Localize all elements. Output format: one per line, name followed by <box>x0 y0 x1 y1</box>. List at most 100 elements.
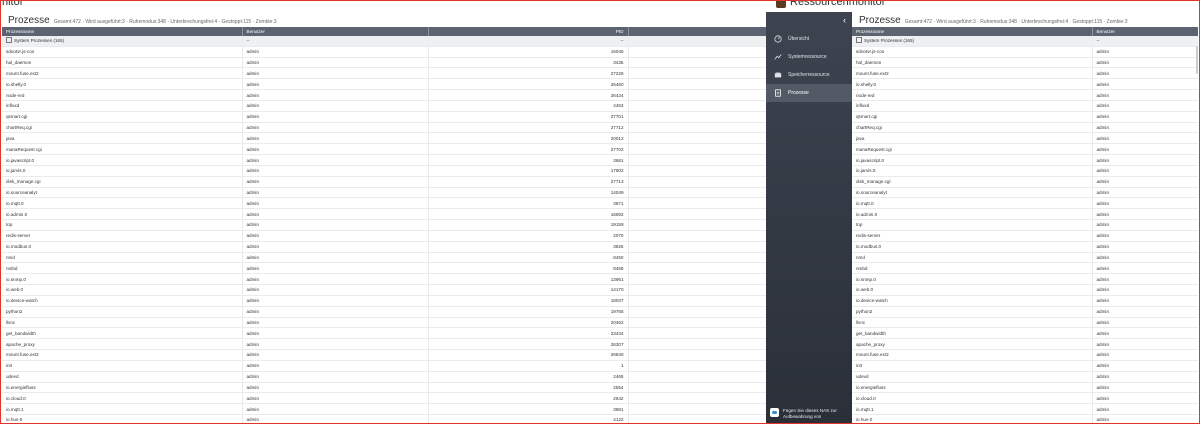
table-row[interactable]: mount.fuse.ext2 admin <box>852 67 1198 80</box>
table-row[interactable]: qsmart.cgi admin 27701 <box>2 111 766 123</box>
column-header-pid[interactable]: PID <box>428 27 629 36</box>
table-row[interactable]: apache_proxy admin <box>852 338 1198 351</box>
table-row[interactable]: io.cloud.0 admin <box>852 392 1198 405</box>
table-row[interactable]: influxd admin 4453 <box>2 100 766 112</box>
table-row[interactable]: io.cloud.0 admin 2642 <box>2 392 766 405</box>
table-row[interactable]: nmbd admin <box>852 262 1198 275</box>
table-row[interactable]: redis-server admin 2070 <box>2 230 766 242</box>
table-row[interactable]: python2 admin <box>852 306 1198 318</box>
group-name: System Prozesses (165) <box>864 38 915 44</box>
table-row[interactable]: disk_manage.cgi admin 27713 <box>2 176 766 188</box>
table-row[interactable]: io.sourceanalyt admin 14049 <box>2 187 766 199</box>
table-row[interactable]: io.web.0 admin <box>852 284 1198 296</box>
process-name-cell: io.shelly.0 <box>2 78 243 91</box>
promo-banner[interactable]: Fügen Sie dieses NAS zur Aufbewahrung vo… <box>770 408 850 422</box>
table-row[interactable]: io.modbus.0 admin <box>852 241 1198 253</box>
table-row[interactable]: io.javascript.0 admin 3681 <box>2 154 766 166</box>
table-row[interactable]: io.sourceanalyt admin <box>852 187 1198 199</box>
table-row[interactable]: sdnotvr.js-coo admin <box>852 46 1198 58</box>
table-row[interactable]: hal_daemon admin 3435 <box>2 57 766 69</box>
group-row[interactable]: System Prozesses (165) -- -- <box>2 36 766 47</box>
table-row[interactable]: nmbd admin 8459 <box>2 262 766 275</box>
table-row[interactable]: io.mqtt.0 admin 3871 <box>2 197 766 210</box>
process-pid-cell: 14049 <box>428 187 629 199</box>
collapse-icon[interactable] <box>6 36 12 43</box>
column-header-name[interactable]: Prozessname <box>852 27 1093 36</box>
table-row[interactable]: llvnc admin 20462 <box>2 317 766 329</box>
table-row[interactable]: mount.fuse.ext2 admin 26840 <box>2 349 766 361</box>
collapse-icon[interactable] <box>856 36 862 43</box>
table-row[interactable]: java admin <box>852 132 1198 145</box>
sidebar-item-uebersicht[interactable]: Übersicht <box>766 30 852 48</box>
column-header-user[interactable]: Benutzer <box>1092 27 1198 36</box>
table-row[interactable]: manaRequest.cgi admin 27702 <box>2 143 766 156</box>
table-row[interactable]: python2 admin 19765 <box>2 306 766 318</box>
process-pid-cell: 18037 <box>428 295 629 307</box>
table-row[interactable]: hal_daemon admin <box>852 57 1198 69</box>
table-row[interactable]: init admin 1 <box>2 360 766 372</box>
table-row[interactable]: disk_manage.cgi admin <box>852 176 1198 188</box>
table-row[interactable]: mount.fuse.ext2 admin 27226 <box>2 67 766 80</box>
table-row[interactable]: node-red admin 26424 <box>2 89 766 101</box>
table-row[interactable]: io.shelly.0 admin <box>852 78 1198 91</box>
table-row[interactable]: top admin <box>852 219 1198 231</box>
table-row[interactable]: manaRequest.cgi admin <box>852 143 1198 156</box>
table-row[interactable]: get_bandwidth admin 23434 <box>2 327 766 340</box>
process-name-cell: io.device-watch <box>2 295 243 307</box>
table-row[interactable]: io.mqtt.0 admin <box>852 197 1198 210</box>
table-row[interactable]: qsmart.cgi admin <box>852 111 1198 123</box>
column-header-user[interactable]: Benutzer <box>242 27 429 36</box>
group-row[interactable]: System Prozesses (165) -- <box>852 36 1198 47</box>
sidebar-item-speicherressource[interactable]: Speicherressource <box>766 66 852 84</box>
table-row[interactable]: udevd admin 2465 <box>2 371 766 383</box>
table-row[interactable]: get_bandwidth admin <box>852 327 1198 340</box>
process-user-cell: admin <box>242 349 429 361</box>
table-row[interactable]: io.javascript.0 admin <box>852 154 1198 166</box>
table-row[interactable]: chartReq.cgi admin 27712 <box>2 122 766 134</box>
table-row[interactable]: io.energiefluss admin 2554 <box>2 382 766 394</box>
table-row[interactable]: io.snmp.0 admin 13961 <box>2 273 766 286</box>
process-extra-cell <box>628 338 766 351</box>
table-row[interactable]: node-red admin <box>852 89 1198 101</box>
sidebar-item-prozesse[interactable]: Prozesse <box>766 84 852 102</box>
table-row[interactable]: io.mqtt.1 admin <box>852 403 1198 415</box>
scrollbar[interactable] <box>1196 46 1198 74</box>
table-row[interactable]: chartReq.cgi admin <box>852 122 1198 134</box>
table-row[interactable]: io.device-watch admin <box>852 295 1198 307</box>
table-row[interactable]: nmd admin 8450 <box>2 252 766 264</box>
chevron-left-icon[interactable]: ‹ <box>843 15 846 25</box>
column-header-name[interactable]: Prozessname <box>2 27 243 36</box>
process-user-cell: admin <box>1092 360 1198 372</box>
table-row[interactable]: io.shelly.0 admin 25460 <box>2 78 766 91</box>
table-row[interactable]: io.jarvis.0 admin <box>852 165 1198 177</box>
sidebar-item-systemressource[interactable]: Systemressource <box>766 48 852 66</box>
table-row[interactable]: io.admin.0 admin 16692 <box>2 208 766 221</box>
table-row[interactable]: io.hue.0 admin 4122 <box>2 414 766 424</box>
table-row[interactable]: llvnc admin <box>852 317 1198 329</box>
table-row[interactable]: io.admin.0 admin <box>852 208 1198 221</box>
table-row[interactable]: io.device-watch admin 18037 <box>2 295 766 307</box>
table-row[interactable]: io.hue.0 admin <box>852 414 1198 424</box>
process-name-cell: io.javascript.0 <box>852 154 1093 166</box>
table-row[interactable]: io.web.0 admin 14170 <box>2 284 766 296</box>
process-user-cell: admin <box>1092 317 1198 329</box>
process-pid-cell: 16045 <box>428 46 629 58</box>
process-user-cell: admin <box>242 165 429 177</box>
table-row[interactable]: sdnotvr.js-coo admin 16045 <box>2 46 766 58</box>
table-row[interactable]: nmd admin <box>852 252 1198 264</box>
table-row[interactable]: io.mqtt.1 admin 3881 <box>2 403 766 415</box>
table-row[interactable]: mount.fuse.ext2 admin <box>852 349 1198 361</box>
table-row[interactable]: top admin 19159 <box>2 219 766 231</box>
table-row[interactable]: io.modbus.0 admin 3825 <box>2 241 766 253</box>
table-row[interactable]: redis-server admin <box>852 230 1198 242</box>
process-name-cell: node-red <box>2 89 243 101</box>
table-row[interactable]: java admin 20012 <box>2 132 766 145</box>
table-row[interactable]: io.energiefluss admin <box>852 382 1198 394</box>
table-row[interactable]: apache_proxy admin 26307 <box>2 338 766 351</box>
table-row[interactable]: influxd admin <box>852 100 1198 112</box>
table-row[interactable]: udevd admin <box>852 371 1198 383</box>
table-row[interactable]: io.jarvis.0 admin 17802 <box>2 165 766 177</box>
table-row[interactable]: init admin <box>852 360 1198 372</box>
process-name-cell: io.web.0 <box>852 284 1093 296</box>
table-row[interactable]: io.snmp.0 admin <box>852 273 1198 286</box>
